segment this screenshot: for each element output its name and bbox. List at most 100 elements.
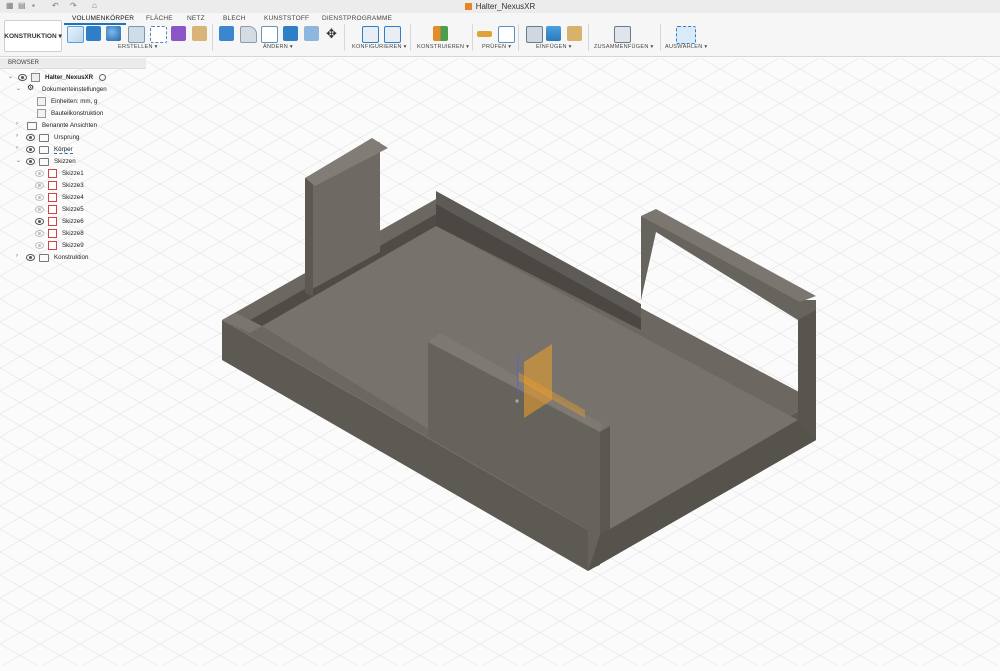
browser-item-label: Skizze3 [62, 182, 84, 189]
center-tab-edge [600, 426, 610, 540]
offset-face-icon[interactable] [304, 26, 319, 41]
design-type-icon [37, 109, 46, 118]
browser-item-units[interactable]: Einheiten: mm, g [0, 96, 146, 107]
revolve-icon[interactable] [106, 26, 121, 41]
browser-item-label: Skizze8 [62, 230, 84, 237]
tab-volumenkoerper[interactable]: VOLUMENKÖRPER [72, 15, 134, 22]
browser-item-label: Skizze1 [62, 170, 84, 177]
shell-icon[interactable] [128, 26, 145, 43]
eye-icon[interactable] [35, 242, 44, 249]
create-form-icon[interactable] [171, 26, 186, 41]
tab-kunststoff[interactable]: KUNSTSTOFF [264, 15, 309, 22]
eye-icon[interactable] [35, 170, 44, 177]
browser-item-root[interactable]: ⌄ Halter_NexusXR [0, 72, 146, 83]
expand-arrow-icon[interactable]: › [16, 133, 18, 139]
browser-item-sketch[interactable]: Skizze6 [0, 216, 146, 227]
browser-item-label: Halter_NexusXR [45, 74, 94, 81]
viewport-canvas[interactable] [0, 58, 1000, 666]
browser-item-sketch[interactable]: Skizze1 [0, 168, 146, 179]
cube-icon [464, 3, 472, 10]
browser-item-construction[interactable]: › Konstruktion [0, 252, 146, 263]
eye-icon[interactable] [35, 230, 44, 237]
section-analysis-icon[interactable] [498, 26, 515, 43]
tab-blech[interactable]: BLECH [223, 15, 246, 22]
insert-derive-icon[interactable] [526, 26, 543, 43]
document-title-text: Halter_NexusXR [475, 2, 536, 11]
sketch-icon [48, 241, 57, 250]
shell-modify-icon[interactable] [261, 26, 278, 43]
eye-icon[interactable] [26, 146, 35, 153]
workspace-label: KONSTRUKTION [4, 32, 57, 40]
insert-mesh-icon[interactable] [567, 26, 582, 41]
browser-item-sketch[interactable]: Skizze3 [0, 180, 146, 191]
group-auswaehlen[interactable]: AUSWÄHLEN ▾ [665, 44, 707, 50]
browser-item-sketch[interactable]: Skizze9 [0, 240, 146, 251]
group-einfuegen[interactable]: EINFÜGEN ▾ [536, 44, 572, 50]
select-icon[interactable] [676, 26, 696, 44]
pattern-icon[interactable] [150, 26, 167, 43]
browser-item-bodies[interactable]: › Körper [0, 144, 146, 155]
browser-item-sketch[interactable]: Skizze8 [0, 228, 146, 239]
sketch-icon [48, 229, 57, 238]
eye-icon[interactable] [26, 158, 35, 165]
browser-item-sketch[interactable]: Skizze4 [0, 192, 146, 203]
component-icon [31, 73, 40, 82]
configure-table-icon[interactable] [384, 26, 401, 43]
eye-icon[interactable] [26, 134, 35, 141]
collapse-arrow-icon[interactable]: ⌄ [16, 85, 21, 92]
workspace-selector[interactable]: KONSTRUKTION ▾ [4, 20, 62, 52]
measure-icon[interactable] [477, 31, 492, 37]
group-aendern[interactable]: ÄNDERN ▾ [263, 44, 293, 50]
fillet-icon[interactable] [240, 26, 257, 43]
sketch-icon[interactable] [67, 26, 84, 43]
browser-item-design-type[interactable]: Bauteilkonstruktion [0, 108, 146, 119]
browser-item-label: Dokumenteinstellungen [42, 86, 107, 93]
gear-icon: ⚙ [27, 83, 35, 92]
expand-arrow-icon[interactable]: › [16, 253, 18, 259]
browser-item-label: Einheiten: mm, g [51, 98, 98, 105]
expand-arrow-icon[interactable]: › [16, 121, 18, 127]
plane-icon[interactable] [433, 26, 448, 41]
eye-icon[interactable] [35, 218, 44, 225]
combine-icon[interactable] [283, 26, 298, 41]
folder-icon [39, 146, 49, 154]
browser-item-origin[interactable]: › Ursprung [0, 132, 146, 143]
browser-item-sketches[interactable]: ⌄ Skizzen [0, 156, 146, 167]
tab-flaeche[interactable]: FLÄCHE [146, 15, 173, 22]
design-viewport[interactable] [0, 58, 1000, 666]
tab-dienstprogramme[interactable]: DIENSTPROGRAMME [322, 15, 392, 22]
sketch-icon [48, 181, 57, 190]
eye-icon[interactable] [26, 254, 35, 261]
browser-header[interactable]: BROWSER [0, 58, 146, 69]
group-konstruieren[interactable]: KONSTRUIEREN ▾ [417, 44, 469, 50]
collapse-arrow-icon[interactable]: ⌄ [16, 157, 21, 164]
press-pull-icon[interactable] [219, 26, 234, 41]
browser-item-document-settings[interactable]: ⌄ ⚙ Dokumenteinstellungen [0, 83, 146, 95]
group-zusammenfuegen[interactable]: ZUSAMMENFÜGEN ▾ [594, 44, 654, 50]
extrude-icon[interactable] [86, 26, 101, 41]
eye-icon[interactable] [35, 182, 44, 189]
group-pruefen[interactable]: PRÜFEN ▾ [482, 44, 511, 50]
eye-icon[interactable] [35, 194, 44, 201]
expand-arrow-icon[interactable]: › [16, 145, 18, 151]
insert-image-icon[interactable] [546, 26, 561, 41]
separator [588, 24, 589, 51]
units-icon [37, 97, 46, 106]
activate-radio-icon[interactable] [99, 74, 106, 81]
joint-icon[interactable] [614, 26, 631, 43]
browser-item-sketch[interactable]: Skizze5 [0, 204, 146, 215]
mesh-icon[interactable] [192, 26, 207, 41]
tab-netz[interactable]: NETZ [187, 15, 205, 22]
folder-icon [39, 158, 49, 166]
move-icon[interactable]: ✥ [324, 26, 339, 41]
eye-icon[interactable] [35, 206, 44, 213]
group-konfigurieren[interactable]: KONFIGURIEREN ▾ [352, 44, 407, 50]
separator [518, 24, 519, 51]
group-erstellen[interactable]: ERSTELLEN ▾ [118, 44, 158, 50]
collapse-arrow-icon[interactable]: ⌄ [8, 73, 13, 80]
eye-icon[interactable] [18, 74, 27, 81]
configure-icon[interactable] [362, 26, 379, 43]
separator [212, 24, 213, 51]
separator [472, 24, 473, 51]
browser-item-named-views[interactable]: › Benannte Ansichten [0, 120, 146, 131]
